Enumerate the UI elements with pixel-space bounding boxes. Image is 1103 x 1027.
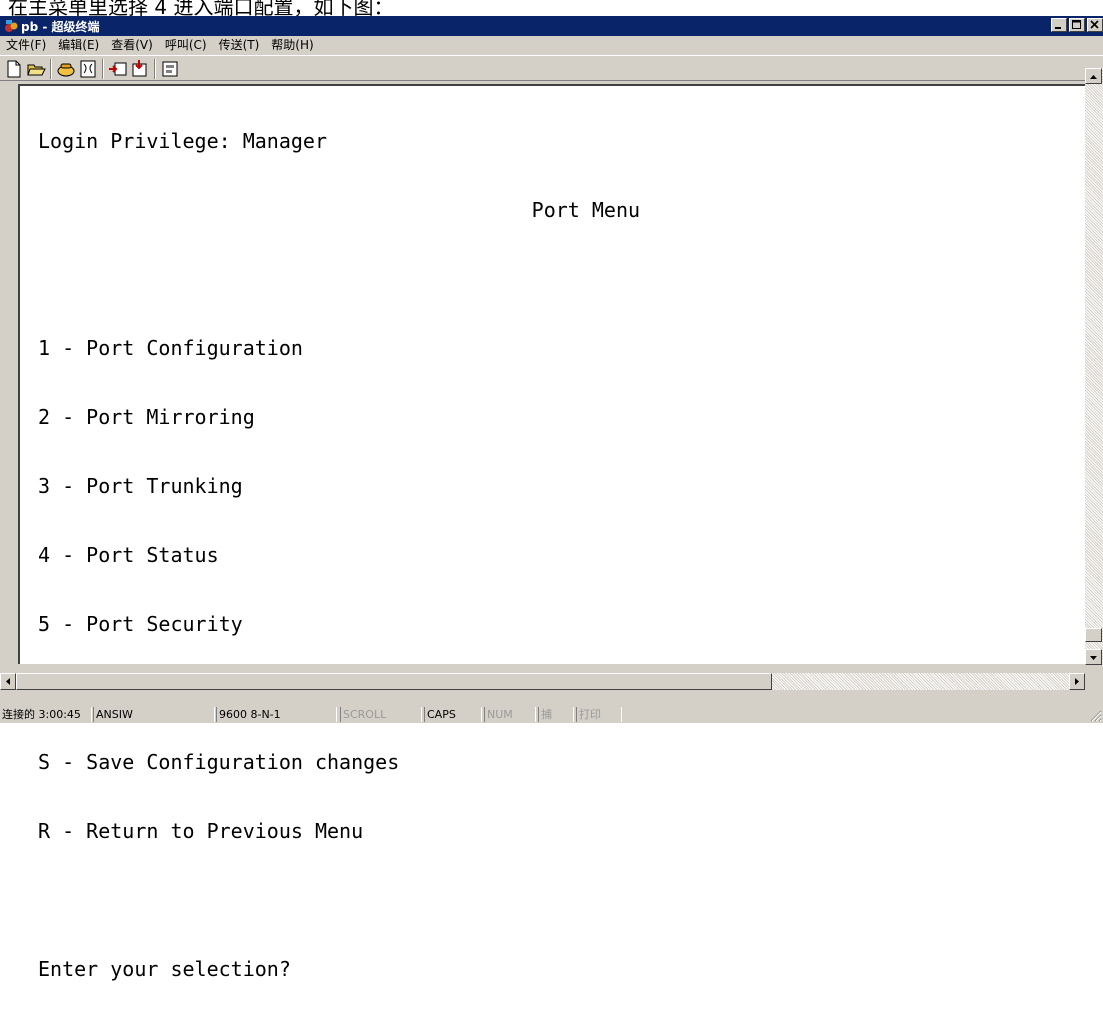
status-bar: 连接的 3:00:45 ANSIW 9600 8-N-1 SCROLL CAPS… (0, 706, 1103, 723)
window-title: pb - 超级终端 (21, 20, 100, 34)
resize-grip-icon[interactable] (1089, 709, 1102, 722)
title-bar[interactable]: pb - 超级终端 (0, 16, 1103, 36)
terminal-line: S - Save Configuration changes (38, 750, 400, 774)
menu-help[interactable]: 帮助(H) (265, 36, 319, 55)
arrow-down-icon (1090, 656, 1097, 660)
status-connected-time: 连接的 3:00:45 (0, 707, 92, 722)
menu-bar: 文件(F) 编辑(E) 查看(V) 呼叫(C) 传送(T) 帮助(H) (0, 36, 1103, 55)
scroll-right-button[interactable] (1069, 673, 1085, 690)
page-caption-strip: 在主菜单里选择 4 进入端口配置，如下图： (0, 0, 1103, 16)
receive-icon[interactable] (130, 59, 150, 79)
menu-transfer[interactable]: 传送(T) (213, 36, 266, 55)
terminal-line: 2 - Port Mirroring (38, 405, 255, 429)
status-caps: CAPS (424, 707, 482, 722)
hyperterminal-window: pb - 超级终端 文件(F) 编辑(E) 查看(V) 呼叫(C) 传送(T) … (0, 16, 1103, 981)
terminal-line: 3 - Port Trunking (38, 474, 243, 498)
open-icon[interactable] (26, 59, 46, 79)
menu-file[interactable]: 文件(F) (0, 36, 52, 55)
menu-edit[interactable]: 编辑(E) (52, 36, 105, 55)
status-scroll: SCROLL (340, 707, 422, 722)
menu-call[interactable]: 呼叫(C) (159, 36, 213, 55)
minimize-icon (1055, 27, 1061, 29)
arrow-left-icon (6, 678, 10, 685)
window-controls (1051, 18, 1103, 34)
page-caption: 在主菜单里选择 4 进入端口配置，如下图： (8, 0, 394, 16)
toolbar-separator (50, 59, 52, 79)
toolbar (0, 55, 1103, 81)
menu-view[interactable]: 查看(V) (105, 36, 159, 55)
vertical-scrollbar[interactable] (1085, 68, 1103, 665)
status-print: 打印 (576, 707, 622, 722)
toolbar-separator (154, 59, 156, 79)
horizontal-scroll-thumb[interactable] (16, 673, 772, 690)
status-capture: 捕 (538, 707, 574, 722)
arrow-right-icon (1075, 678, 1079, 685)
maximize-button[interactable] (1069, 18, 1085, 32)
scroll-left-button[interactable] (0, 673, 16, 690)
connect-icon[interactable] (56, 59, 76, 79)
horizontal-scrollbar[interactable] (0, 673, 1085, 690)
status-port-settings: 9600 8-N-1 (216, 707, 337, 722)
disconnect-icon[interactable] (78, 59, 98, 79)
send-icon[interactable] (108, 59, 128, 79)
maximize-icon (1072, 20, 1081, 29)
terminal-line: 4 - Port Status (38, 543, 219, 567)
status-emulation: ANSIW (93, 707, 215, 722)
properties-icon[interactable] (160, 59, 180, 79)
terminal-screen[interactable]: Login Privilege: Manager Port Menu 1 - P… (18, 84, 1103, 981)
hyperterminal-app-icon[interactable] (3, 18, 19, 34)
vertical-scroll-thumb[interactable] (1085, 628, 1102, 642)
terminal-line: Login Privilege: Manager (38, 129, 327, 153)
arrow-up-icon (1090, 75, 1097, 79)
terminal-prompt: Enter your selection? (38, 957, 291, 981)
terminal-line-menu-title: Port Menu (38, 198, 641, 222)
terminal-line: 1 - Port Configuration (38, 336, 303, 360)
terminal-line: 5 - Port Security (38, 612, 243, 636)
status-num: NUM (484, 707, 536, 722)
scroll-down-button[interactable] (1085, 649, 1102, 665)
terminal-output: Login Privilege: Manager Port Menu 1 - P… (38, 84, 640, 1027)
close-button[interactable] (1087, 18, 1103, 32)
toolbar-separator (102, 59, 104, 79)
minimize-button[interactable] (1051, 18, 1067, 32)
close-icon (1090, 20, 1099, 29)
terminal-line: R - Return to Previous Menu (38, 819, 364, 843)
new-icon[interactable] (4, 59, 24, 79)
scroll-up-button[interactable] (1085, 68, 1102, 84)
